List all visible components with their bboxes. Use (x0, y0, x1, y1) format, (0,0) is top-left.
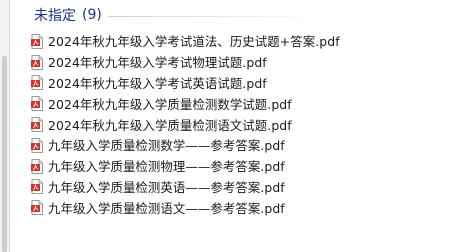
file-name: 2024年秋九年级入学考试物理试题.pdf (48, 55, 267, 71)
file-name: 2024年秋九年级入学考试英语试题.pdf (48, 75, 267, 91)
file-item[interactable]: 九年级入学质量检测数学——参考答案.pdf (31, 135, 340, 156)
file-item[interactable]: 2024年秋九年级入学质量检测数学试题.pdf (31, 93, 340, 114)
pdf-icon (31, 158, 43, 174)
file-list: 2024年秋九年级入学考试道法、历史试题+答案.pdf 2024年秋九年级入学考… (31, 31, 340, 218)
file-name: 九年级入学质量检测物理——参考答案.pdf (48, 159, 285, 175)
pdf-icon (31, 137, 43, 153)
file-item[interactable]: 九年级入学质量检测英语——参考答案.pdf (31, 177, 340, 198)
file-item[interactable]: 2024年秋九年级入学考试英语试题.pdf (31, 73, 340, 94)
file-name: 九年级入学质量检测数学——参考答案.pdf (48, 138, 285, 154)
pdf-icon (31, 33, 43, 49)
pdf-icon (31, 96, 43, 112)
pdf-icon (31, 117, 43, 133)
file-item[interactable]: 2024年秋九年级入学考试道法、历史试题+答案.pdf (31, 31, 340, 52)
file-item[interactable]: 2024年秋九年级入学质量检测语文试题.pdf (31, 114, 340, 135)
navigation-pane-edge (0, 0, 10, 252)
file-name: 2024年秋九年级入学质量检测数学试题.pdf (48, 96, 292, 112)
pdf-icon (31, 75, 43, 91)
group-header[interactable]: 未指定 (9) (34, 5, 102, 25)
navigation-scrollbar-thumb[interactable] (2, 56, 7, 252)
group-divider (108, 16, 328, 17)
file-name: 九年级入学质量检测英语——参考答案.pdf (48, 179, 285, 195)
file-item[interactable]: 九年级入学质量检测物理——参考答案.pdf (31, 156, 340, 177)
file-item[interactable]: 九年级入学质量检测语文——参考答案.pdf (31, 197, 340, 218)
file-name: 2024年秋九年级入学质量检测语文试题.pdf (48, 117, 292, 133)
pdf-icon (31, 200, 43, 216)
file-name: 九年级入学质量检测语文——参考答案.pdf (48, 200, 285, 216)
group-title: 未指定 (34, 8, 76, 24)
pdf-icon (31, 179, 43, 195)
file-item[interactable]: 2024年秋九年级入学考试物理试题.pdf (31, 52, 340, 73)
pdf-icon (31, 54, 43, 70)
file-name: 2024年秋九年级入学考试道法、历史试题+答案.pdf (48, 34, 340, 50)
group-count: (9) (82, 7, 102, 23)
